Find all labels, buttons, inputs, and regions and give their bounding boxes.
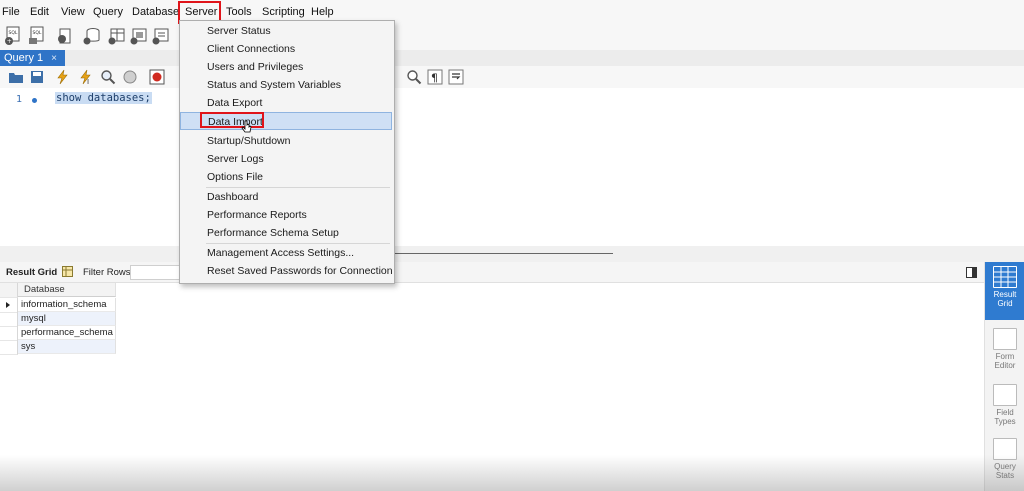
cell-database[interactable]: mysql bbox=[18, 312, 116, 326]
query-stats-button[interactable]: Query Stats bbox=[985, 434, 1024, 480]
row-selector[interactable] bbox=[0, 326, 18, 341]
menu-item-performance-reports[interactable]: Performance Reports bbox=[180, 206, 392, 224]
menu-item-dashboard[interactable]: Dashboard bbox=[180, 188, 392, 206]
close-tab-icon[interactable]: × bbox=[51, 53, 57, 64]
tab-query-1[interactable]: Query 1 × bbox=[0, 50, 65, 66]
result-grid-label: Result Grid bbox=[6, 267, 58, 278]
grid-header-row: Database bbox=[0, 283, 118, 298]
tab-label: Query 1 bbox=[4, 52, 44, 64]
menu-item-users-and-privileges[interactable]: Users and Privileges bbox=[180, 58, 392, 76]
query-stats-icon bbox=[993, 438, 1017, 460]
splitter-line bbox=[395, 253, 613, 254]
save-icon[interactable] bbox=[29, 69, 45, 85]
data-import-highlight-box bbox=[200, 112, 264, 128]
side-label-line1: Query bbox=[994, 462, 1016, 471]
table-row[interactable]: mysql bbox=[0, 312, 118, 327]
menu-tools[interactable]: Tools bbox=[226, 6, 252, 18]
inspector-icon[interactable] bbox=[54, 26, 76, 46]
menu-item-startup-shutdown[interactable]: Startup/Shutdown bbox=[180, 132, 392, 150]
table-row[interactable]: performance_schema bbox=[0, 326, 118, 341]
table-row[interactable]: sys bbox=[0, 340, 118, 355]
menu-view[interactable]: View bbox=[61, 6, 85, 18]
open-file-icon[interactable] bbox=[8, 69, 24, 85]
filter-rows-label: Filter Rows: bbox=[83, 267, 134, 278]
svg-text:¶: ¶ bbox=[431, 72, 438, 85]
menu-item-performance-schema-setup[interactable]: Performance Schema Setup bbox=[180, 224, 392, 242]
editor-toolbar: I ¶ bbox=[0, 66, 1024, 89]
menu-file[interactable]: File bbox=[2, 6, 20, 18]
main-toolbar: SQL + SQL bbox=[0, 24, 1024, 66]
menu-item-management-access-settings[interactable]: Management Access Settings... bbox=[180, 244, 392, 262]
side-label-line1: Field bbox=[996, 408, 1014, 417]
menu-scripting[interactable]: Scripting bbox=[262, 6, 305, 18]
result-side-panel: Result Grid Form Editor Field Types Quer… bbox=[984, 262, 1024, 491]
side-label-line2: Stats bbox=[995, 471, 1015, 480]
cell-database[interactable]: performance_schema bbox=[18, 326, 116, 340]
statement-marker-icon bbox=[32, 98, 37, 103]
open-sql-script-icon[interactable]: SQL bbox=[27, 26, 49, 46]
svg-text:+: + bbox=[7, 38, 12, 45]
form-editor-button[interactable]: Form Editor bbox=[985, 324, 1024, 370]
toggle-error-icon[interactable] bbox=[149, 69, 165, 85]
cell-database[interactable]: information_schema bbox=[18, 298, 116, 312]
row-selector[interactable] bbox=[0, 312, 18, 327]
menu-item-server-logs[interactable]: Server Logs bbox=[180, 150, 392, 168]
stop-icon[interactable] bbox=[122, 69, 138, 85]
row-selector[interactable] bbox=[0, 340, 18, 355]
grid-icon[interactable] bbox=[62, 266, 73, 277]
menu-item-data-export[interactable]: Data Export bbox=[180, 94, 392, 112]
side-label-line1: Form bbox=[995, 352, 1015, 361]
form-editor-icon bbox=[993, 328, 1017, 350]
side-label-line2: Editor bbox=[994, 361, 1016, 370]
execute-current-icon[interactable]: I bbox=[78, 69, 94, 86]
svg-text:SQL: SQL bbox=[9, 30, 18, 36]
svg-text:SQL: SQL bbox=[33, 30, 42, 36]
panel-splitter[interactable] bbox=[0, 246, 1024, 262]
menu-bar: File Edit View Query Database Server Too… bbox=[0, 0, 1024, 24]
create-view-icon[interactable] bbox=[128, 26, 150, 46]
side-label-line2: Types bbox=[994, 417, 1016, 426]
row-header-corner bbox=[0, 283, 18, 298]
execute-icon[interactable] bbox=[55, 69, 71, 85]
side-label-line2: Grid bbox=[997, 299, 1013, 308]
svg-text:I: I bbox=[87, 78, 89, 85]
mouse-cursor-icon bbox=[241, 120, 253, 137]
result-grid-icon bbox=[993, 266, 1017, 288]
new-sql-tab-icon[interactable]: SQL + bbox=[3, 26, 25, 46]
table-row[interactable]: information_schema bbox=[0, 298, 118, 313]
field-types-button[interactable]: Field Types bbox=[985, 380, 1024, 426]
menu-item-server-status[interactable]: Server Status bbox=[180, 22, 392, 40]
create-schema-icon[interactable] bbox=[81, 26, 103, 46]
menu-item-reset-saved-passwords[interactable]: Reset Saved Passwords for Connection bbox=[180, 262, 393, 280]
menu-edit[interactable]: Edit bbox=[30, 6, 49, 18]
column-header-database[interactable]: Database bbox=[18, 283, 116, 297]
line-number: 1 bbox=[16, 94, 23, 105]
sql-statement[interactable]: show databases; bbox=[55, 92, 152, 104]
menu-help[interactable]: Help bbox=[311, 6, 334, 18]
create-procedure-icon[interactable] bbox=[150, 26, 172, 46]
toggle-sidebar-icon[interactable] bbox=[966, 267, 977, 278]
row-selector[interactable] bbox=[0, 298, 18, 313]
result-grid-button[interactable]: Result Grid bbox=[985, 262, 1024, 320]
menu-item-client-connections[interactable]: Client Connections bbox=[180, 40, 392, 58]
server-dropdown-menu: Server Status Client Connections Users a… bbox=[179, 20, 395, 284]
tab-strip: Query 1 × bbox=[0, 50, 1024, 67]
invisible-chars-icon[interactable]: ¶ bbox=[427, 69, 443, 85]
menu-query[interactable]: Query bbox=[93, 6, 123, 18]
filter-rows-input[interactable] bbox=[130, 265, 186, 280]
word-wrap-icon[interactable] bbox=[448, 69, 464, 85]
menu-database[interactable]: Database bbox=[132, 6, 179, 18]
field-types-icon bbox=[993, 384, 1017, 406]
find-icon[interactable] bbox=[406, 69, 422, 85]
explain-icon[interactable] bbox=[100, 69, 116, 85]
result-toolbar: Result Grid Filter Rows: bbox=[0, 262, 984, 283]
menu-item-options-file[interactable]: Options File bbox=[180, 168, 392, 186]
side-label-line1: Result bbox=[993, 290, 1017, 299]
cell-database[interactable]: sys bbox=[18, 340, 116, 354]
sql-editor[interactable]: 1 show databases; bbox=[0, 88, 1024, 246]
bottom-fade bbox=[0, 455, 1024, 491]
menu-item-status-system-variables[interactable]: Status and System Variables bbox=[180, 76, 392, 94]
create-table-icon[interactable] bbox=[106, 26, 128, 46]
